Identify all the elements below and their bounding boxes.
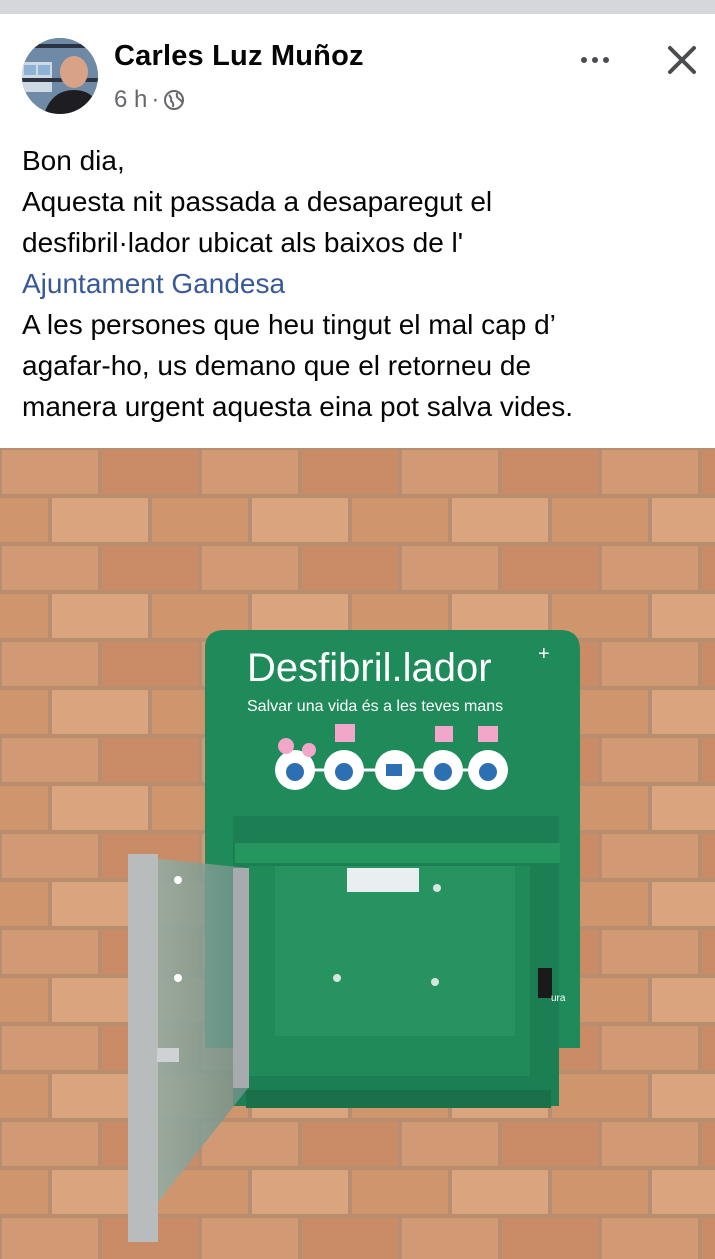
post-body-text: Bon dia, Aquesta nit passada a desapareg… [22,140,702,427]
post-text-line: A les persones que heu tingut el mal cap… [22,309,556,340]
top-status-strip [0,0,715,14]
sign-subtitle: Salvar una vida és a les teves mans [247,698,503,715]
inspection-label [347,868,419,892]
cabinet-top-edge [235,843,560,863]
post-photo[interactable]: Desfibril.lador + Salvar una vida és a l… [0,448,715,1259]
post-text-line: Aquesta nit passada a desaparegut el [22,186,493,217]
close-icon[interactable] [660,38,704,82]
post-header: Carles Luz Muñoz 6 h · [0,14,715,132]
svg-text:+: + [538,643,550,665]
post-meta: 6 h · [114,86,185,114]
meta-separator: · [151,86,160,113]
author-name[interactable]: Carles Luz Muñoz [114,40,364,73]
globe-icon [163,89,185,111]
sign-title: Desfibril.lador [247,646,492,690]
avatar[interactable] [22,38,98,114]
door-label: ura [551,993,566,1004]
post-text-line: desfibril·lador ubicat als baixos de l' [22,227,464,258]
avatar-image [22,38,98,114]
post-text-line: agafar-ho, us demano que el retorneu de [22,350,532,381]
mention-link[interactable]: Ajuntament Gandesa [22,263,702,304]
cabinet-lock [538,968,552,998]
post-text-line: Bon dia, [22,145,125,176]
more-options-icon[interactable] [570,42,620,78]
post-text-line: manera urgent aquesta eina pot salva vid… [22,391,574,422]
post-time[interactable]: 6 h [114,86,147,114]
